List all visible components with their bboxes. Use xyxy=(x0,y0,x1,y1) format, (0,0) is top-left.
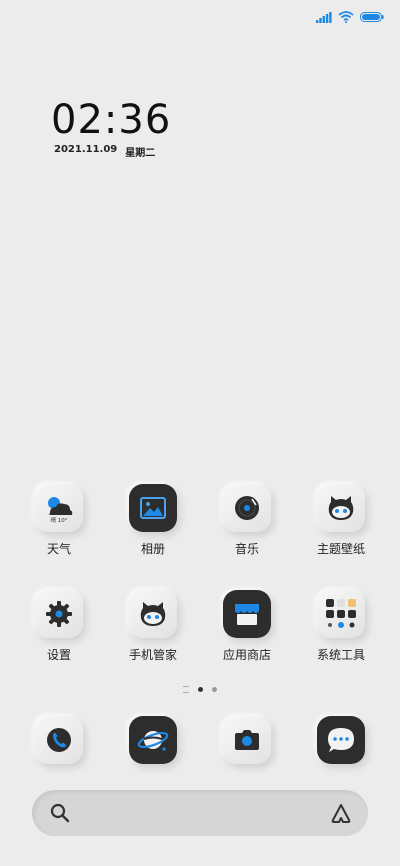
app-music[interactable]: 音乐 xyxy=(202,484,292,557)
clock-weekday: 星期二 xyxy=(125,148,156,159)
battery-icon xyxy=(360,12,384,22)
store-icon xyxy=(223,590,271,638)
tools-folder-icon xyxy=(317,590,365,638)
messages-icon xyxy=(317,716,365,764)
weather-icon: 晴 10° xyxy=(35,484,83,532)
search-bar[interactable] xyxy=(32,790,368,836)
page-dot-current[interactable] xyxy=(198,687,203,692)
app-label: 应用商店 xyxy=(222,648,271,662)
clock-date-row: 2021.11.09 星期二 xyxy=(54,144,171,159)
app-label: 设置 xyxy=(46,648,71,662)
security-icon xyxy=(129,590,177,638)
wifi-icon xyxy=(338,11,354,23)
gallery-icon xyxy=(129,484,177,532)
app-themes[interactable]: 主题壁纸 xyxy=(296,484,386,557)
app-row-1: 晴 10° 天气 相册 音乐 主题壁纸 xyxy=(0,484,400,574)
app-label: 相册 xyxy=(140,542,165,556)
phone-icon xyxy=(35,716,83,764)
app-row-2: 设置 手机管家 应用商店 系统工具 xyxy=(0,590,400,680)
app-settings[interactable]: 设置 xyxy=(14,590,104,663)
app-label: 手机管家 xyxy=(128,648,177,662)
app-label: 主题壁纸 xyxy=(316,542,365,556)
app-label: 天气 xyxy=(46,542,71,556)
app-label: 系统工具 xyxy=(316,648,365,662)
assistant-icon[interactable] xyxy=(330,803,352,823)
page-dot[interactable] xyxy=(212,687,217,692)
search-icon[interactable] xyxy=(50,803,70,823)
browser-icon xyxy=(129,716,177,764)
app-security[interactable]: 手机管家 xyxy=(108,590,198,663)
themes-icon xyxy=(317,484,365,532)
dock-camera[interactable] xyxy=(202,716,292,764)
clock-date: 2021.11.09 xyxy=(54,144,118,155)
page-indicator[interactable] xyxy=(0,686,400,693)
status-bar xyxy=(316,8,384,26)
app-store[interactable]: 应用商店 xyxy=(202,590,292,663)
app-label: 音乐 xyxy=(234,542,259,556)
music-icon xyxy=(223,484,271,532)
weather-temp: 晴 10° xyxy=(51,516,68,524)
camera-icon xyxy=(223,716,271,764)
clock-time: 02:36 xyxy=(51,97,172,143)
signal-icon xyxy=(316,11,332,23)
dock-messages[interactable] xyxy=(296,716,386,764)
dock xyxy=(0,716,400,770)
dock-browser[interactable] xyxy=(108,716,198,764)
clock-widget[interactable]: 02:36 2021.11.09 星期二 xyxy=(51,98,171,159)
settings-icon xyxy=(35,590,83,638)
app-tools-folder[interactable]: 系统工具 xyxy=(296,590,386,663)
app-gallery[interactable]: 相册 xyxy=(108,484,198,557)
page-dot-list[interactable] xyxy=(183,686,189,693)
dock-phone[interactable] xyxy=(14,716,104,764)
app-weather[interactable]: 晴 10° 天气 xyxy=(14,484,104,557)
